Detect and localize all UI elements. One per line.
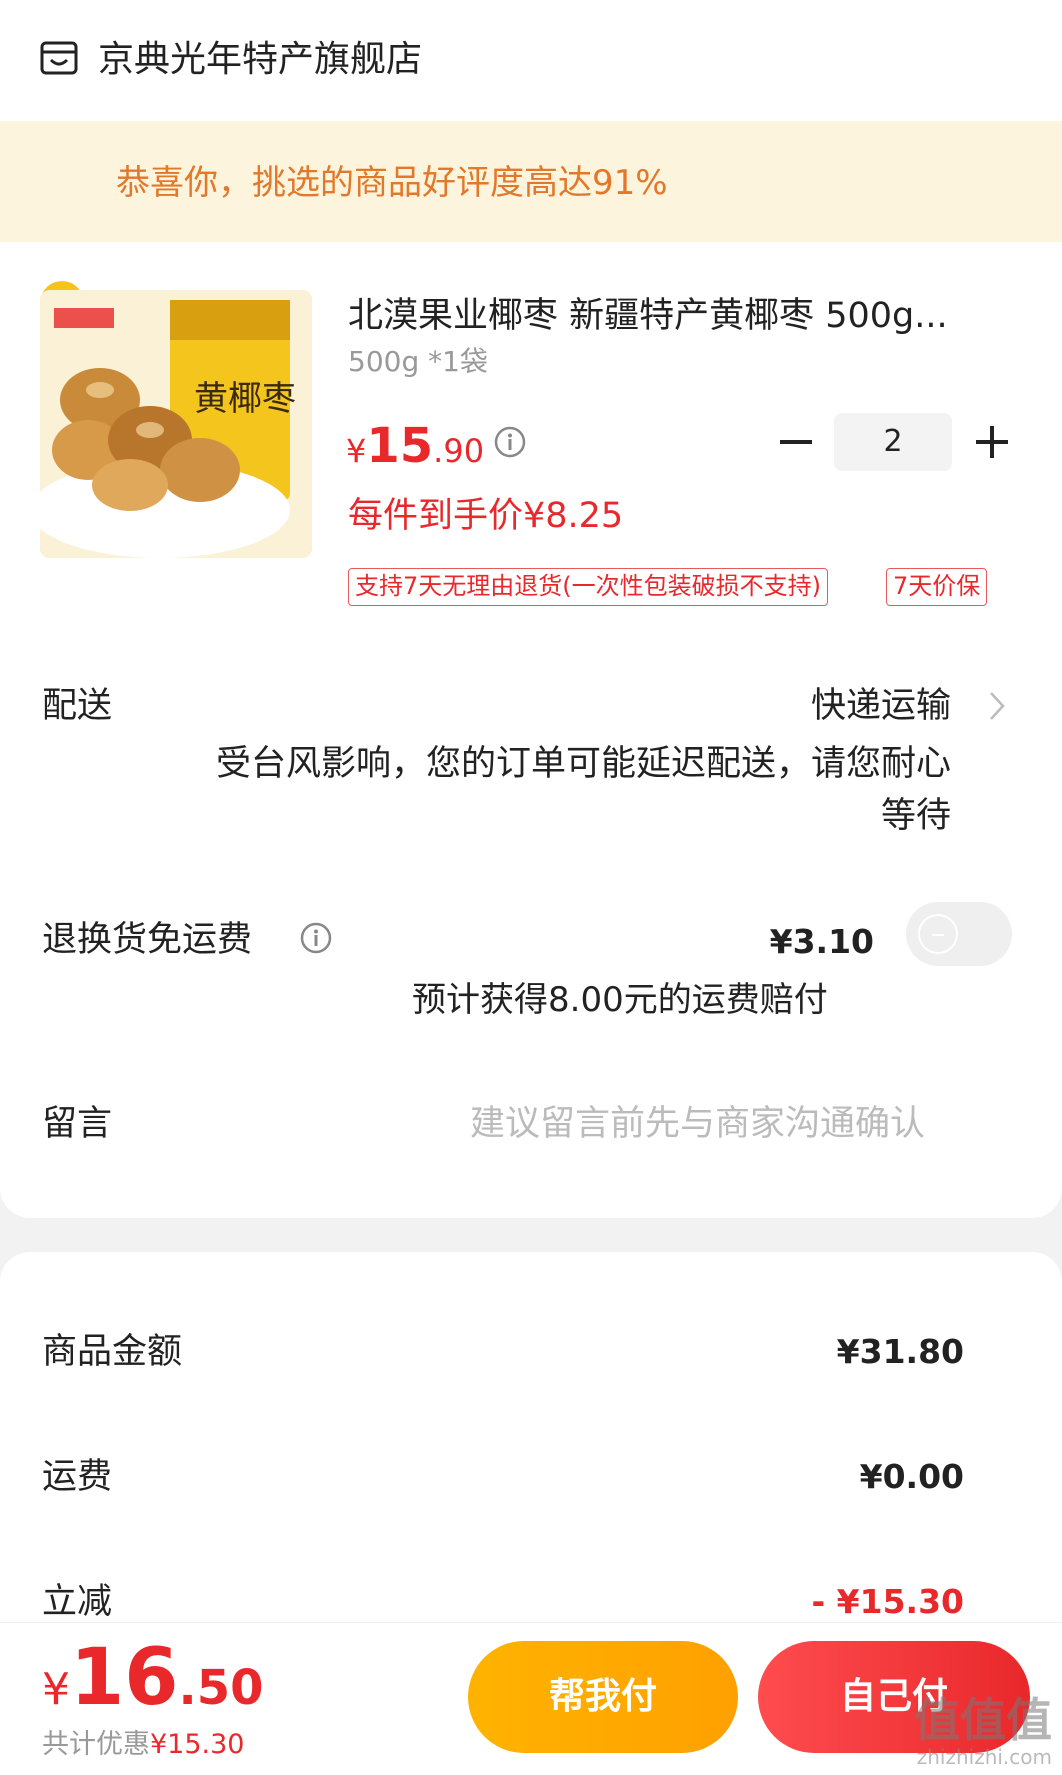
help-me-pay-button[interactable]: 帮我付 xyxy=(468,1641,738,1753)
watermark-site: zhizhizhi.com xyxy=(916,1745,1052,1769)
watermark-logo: 值值值 xyxy=(914,1693,1052,1747)
watermark: 值值值 zhizhizhi.com xyxy=(914,1695,1052,1769)
total-currency: ¥ xyxy=(42,1664,70,1715)
savings-label: 共计优惠 xyxy=(42,1729,150,1760)
product-image-art: 黄椰枣 xyxy=(40,290,312,558)
total-price: ¥16.50 xyxy=(42,1633,264,1723)
toggle-off-mark xyxy=(932,934,944,936)
product-price: ¥15.90 xyxy=(346,418,484,474)
discount-value: - ¥15.30 xyxy=(811,1582,964,1621)
shop-header[interactable]: 京典光年特产旗舰店 xyxy=(0,0,1062,120)
price-integer: 15 xyxy=(366,418,434,474)
return-insurance-info-icon[interactable] xyxy=(300,922,332,954)
checkout-page: 京典光年特产旗舰店 恭喜你，挑选的商品好评度高达91% 黄椰枣 北漠果业椰枣 新… xyxy=(0,0,1062,1775)
shop-name: 京典光年特产旗舰店 xyxy=(98,39,423,80)
return-insurance-label: 退换货免运费 xyxy=(42,920,253,960)
total-integer: 16 xyxy=(70,1633,179,1723)
total-savings: 共计优惠¥15.30 xyxy=(42,1727,244,1763)
price-protection-tag: 7天价保 xyxy=(886,568,988,606)
goods-amount-label: 商品金额 xyxy=(42,1332,183,1372)
product-image[interactable]: 黄椰枣 xyxy=(40,290,312,558)
order-card: 京典光年特产旗舰店 恭喜你，挑选的商品好评度高达91% 黄椰枣 北漠果业椰枣 新… xyxy=(0,0,1062,1218)
product-image-label: 黄椰枣 xyxy=(194,379,296,419)
product-title[interactable]: 北漠果业椰枣 新疆特产黄椰枣 500g... xyxy=(348,294,1008,338)
compensation-note: 预计获得8.00元的运费赔付 xyxy=(412,980,828,1020)
decrease-quantity-button[interactable] xyxy=(774,420,818,464)
return-policy-tag: 支持7天无理由退货(一次性包装破损不支持) xyxy=(348,568,828,606)
increase-quantity-button[interactable] xyxy=(970,420,1014,464)
goods-amount-value: ¥31.80 xyxy=(836,1332,964,1371)
return-insurance-fee: ¥3.10 xyxy=(769,922,874,961)
price-decimal: .90 xyxy=(433,432,485,470)
unit-price: 每件到手价¥8.25 xyxy=(348,496,624,536)
message-input[interactable] xyxy=(470,1102,980,1146)
store-icon xyxy=(40,41,78,75)
checkout-bar: ¥16.50 共计优惠¥15.30 帮我付 自己付 值值值 zhizhizhi.… xyxy=(0,1622,1062,1775)
delivery-label: 配送 xyxy=(42,686,113,726)
price-currency: ¥ xyxy=(346,432,367,470)
discount-label: 立减 xyxy=(42,1582,113,1622)
return-insurance-toggle[interactable] xyxy=(906,902,1012,966)
shipping-fee-value: ¥0.00 xyxy=(859,1457,964,1496)
toggle-knob xyxy=(918,914,958,954)
price-info-icon[interactable] xyxy=(494,426,526,458)
delivery-method[interactable]: 快递运输 xyxy=(811,684,951,728)
chevron-right-icon[interactable] xyxy=(988,690,1006,722)
message-label: 留言 xyxy=(42,1104,113,1144)
quantity-field[interactable]: 2 xyxy=(834,413,952,471)
shipping-fee-label: 运费 xyxy=(42,1457,113,1497)
total-decimal: .50 xyxy=(178,1660,264,1716)
delivery-delay-note: 受台风影响，您的订单可能延迟配送，请您耐心等待 xyxy=(215,744,951,836)
product-spec: 500g *1袋 xyxy=(348,345,488,378)
savings-value: ¥15.30 xyxy=(150,1729,245,1760)
rating-banner-text: 恭喜你，挑选的商品好评度高达91% xyxy=(116,163,668,203)
